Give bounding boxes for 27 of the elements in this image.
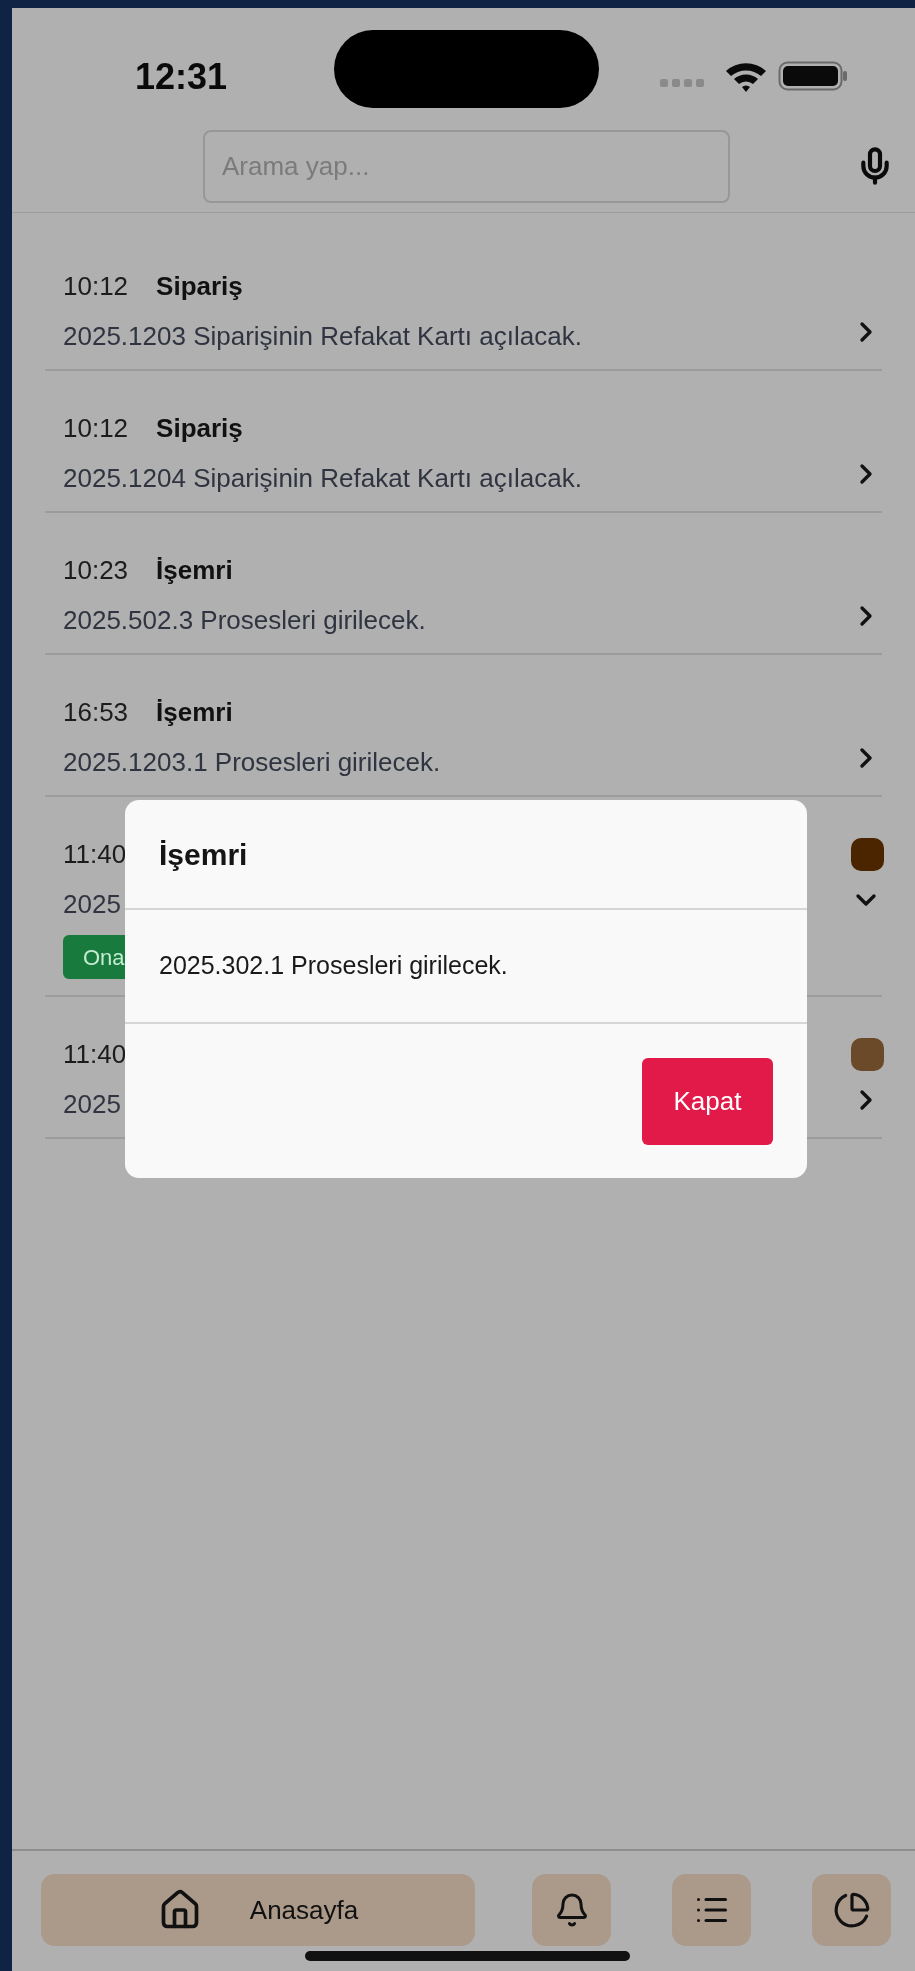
status-time: 12:31 xyxy=(135,55,228,99)
close-button[interactable]: Kapat xyxy=(642,1057,773,1145)
notifications-button[interactable] xyxy=(532,1874,611,1946)
task-time: 11:40 xyxy=(63,838,127,871)
task-description: 2025 xyxy=(63,889,121,919)
task-description: 2025.1204 Siparişinin Refakat Kartı açılacak. xyxy=(63,463,582,493)
list-button[interactable] xyxy=(672,1874,751,1946)
home-tab-button[interactable]: Anasayfa xyxy=(41,1874,475,1946)
battery-icon xyxy=(778,61,848,91)
task-description: 2025.502.3 Prosesleri girilecek. xyxy=(63,605,426,635)
task-description: 2025 xyxy=(63,1089,121,1119)
task-time: 10:12 xyxy=(63,270,129,303)
task-time: 16:53 xyxy=(63,696,129,729)
chart-button[interactable] xyxy=(812,1874,891,1946)
task-description: 2025.1203.1 Prosesleri girilecek. xyxy=(63,747,441,777)
task-category: Sipariş xyxy=(156,412,243,445)
task-description: 2025.1203 Siparişinin Refakat Kartı açılacak. xyxy=(63,321,582,351)
task-category: İşemri xyxy=(156,696,233,729)
dialog-title: İşemri xyxy=(159,836,248,873)
signal-icon xyxy=(660,78,706,88)
task-time: 10:23 xyxy=(63,554,129,587)
pie-chart-icon xyxy=(832,1891,871,1929)
task-time: 10:12 xyxy=(63,412,129,445)
wifi-icon xyxy=(724,61,768,93)
task-category: İşemri xyxy=(156,554,233,587)
task-category: Sipariş xyxy=(156,270,243,303)
task-time: 11:40 xyxy=(63,1038,127,1071)
